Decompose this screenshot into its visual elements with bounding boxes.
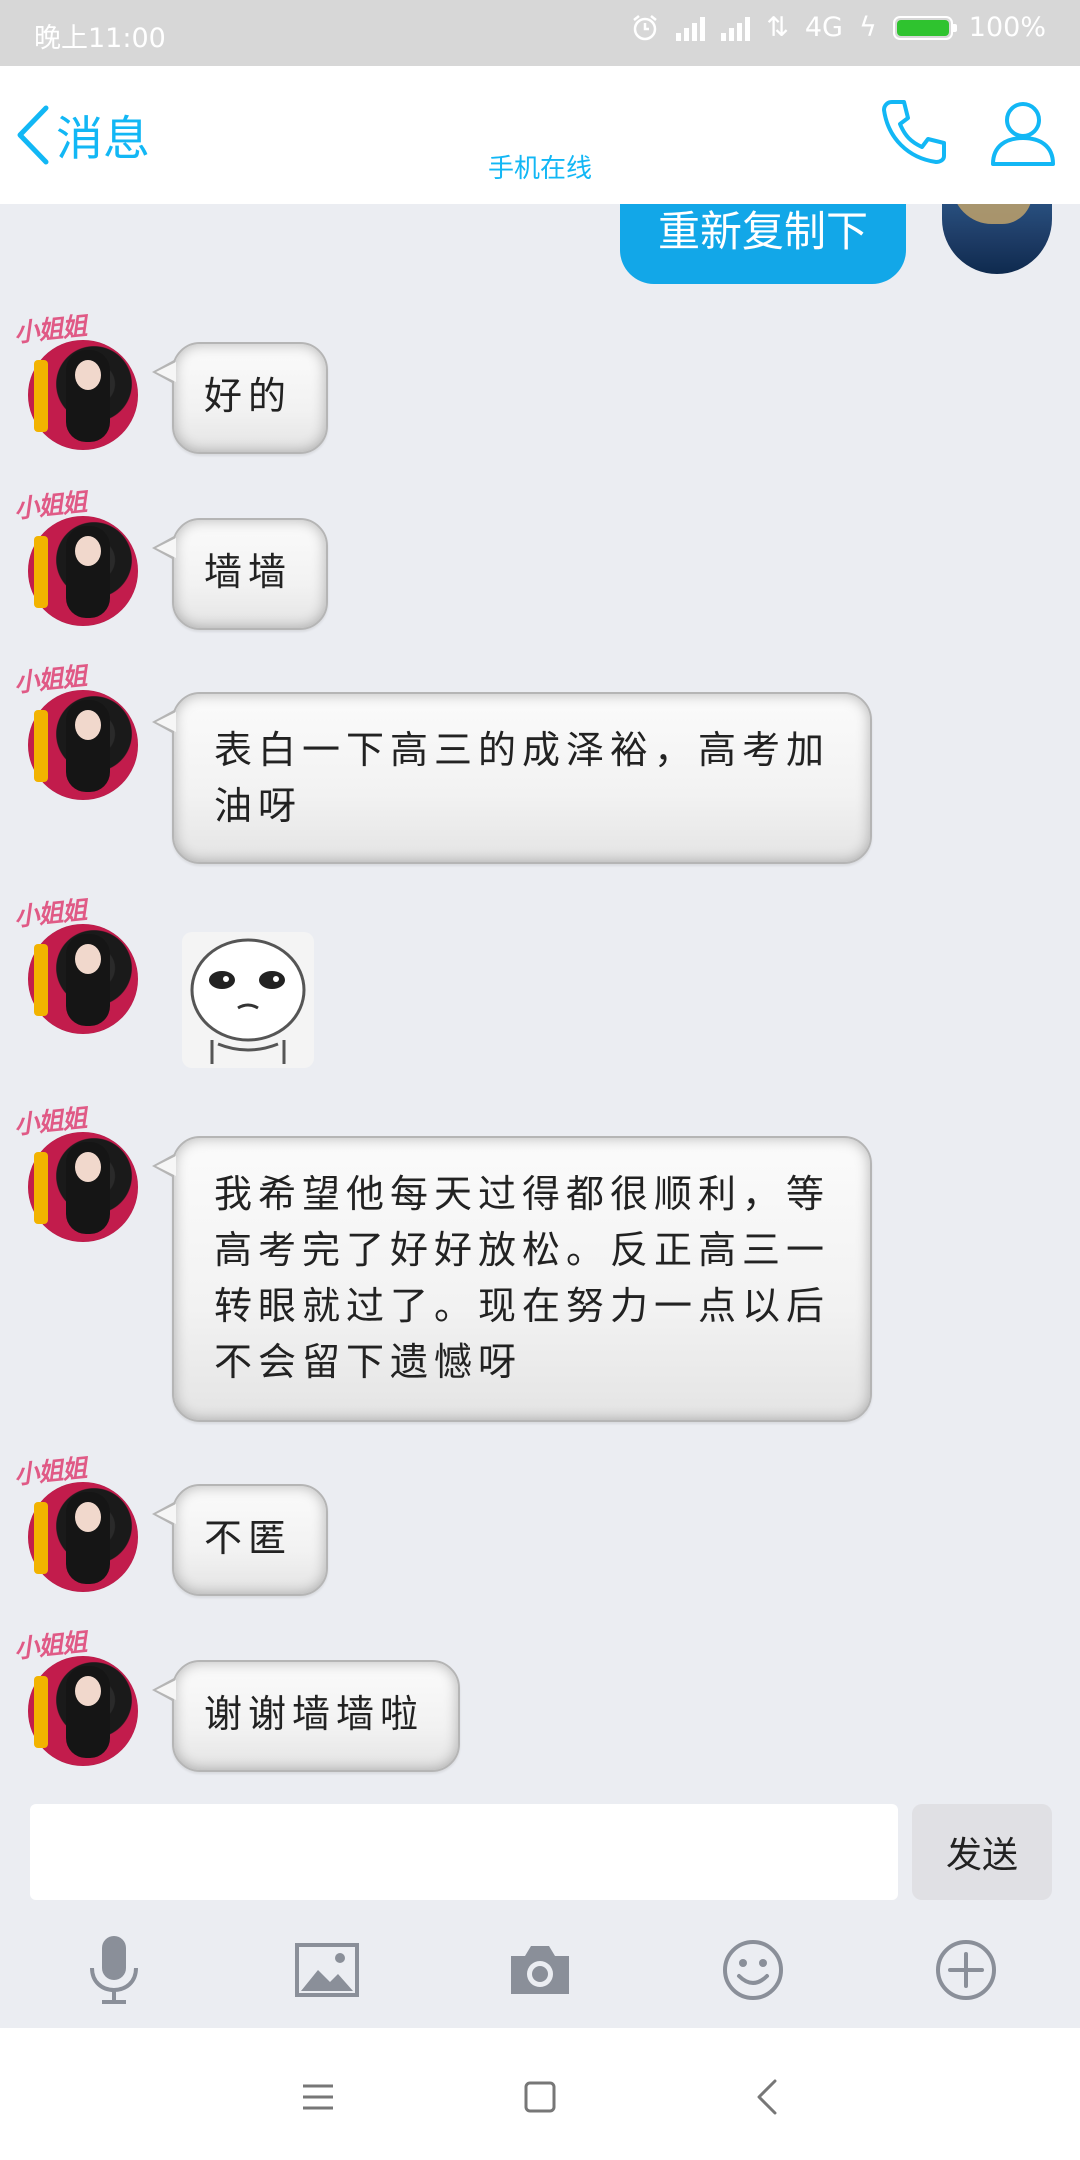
status-time: 晚上11:00 <box>34 23 166 54</box>
message-input[interactable] <box>30 1804 898 1900</box>
image-icon <box>295 1943 359 1997</box>
status-icons: ⇅ 4G ϟ 100% <box>630 12 1046 43</box>
status-bar: 晚上11:00 ⇅ 4G ϟ 100% <box>0 0 1080 66</box>
message-bubble[interactable]: 我希望他每天过得都很顺利，等高考完了好好放松。反正高三一转眼就过了。现在努力一点… <box>152 1136 872 1422</box>
contact-avatar[interactable] <box>28 924 138 1034</box>
my-avatar[interactable] <box>942 204 1052 274</box>
battery-percent: 100% <box>968 12 1046 43</box>
voice-button[interactable] <box>74 1930 154 2010</box>
message-bubble[interactable]: 谢谢墙墙啦 <box>152 1660 460 1772</box>
profile-button[interactable] <box>988 96 1058 172</box>
input-bar: 发送 <box>0 1798 1080 1918</box>
contact-avatar[interactable] <box>28 1656 138 1766</box>
sent-message-bubble[interactable]: 重新复制下 <box>620 204 906 284</box>
system-back-button[interactable] <box>737 2072 797 2122</box>
contact-avatar[interactable] <box>28 516 138 626</box>
emoji-button[interactable] <box>713 1930 793 2010</box>
input-toolbar <box>0 1918 1080 2028</box>
message-list[interactable]: 重新复制下 小姐姐 好的 小姐姐 墙墙 小姐姐 表白一下高三的成泽裕，高考加油呀… <box>0 204 1080 1798</box>
send-button[interactable]: 发送 <box>912 1804 1052 1900</box>
message-bubble[interactable]: 不匿 <box>152 1484 328 1596</box>
camera-icon <box>511 1946 569 1994</box>
battery-icon <box>892 15 957 40</box>
emoji-icon <box>723 1940 783 2000</box>
sticker-message[interactable] <box>182 932 314 1068</box>
back-icon <box>757 2079 777 2115</box>
profile-icon <box>991 102 1055 166</box>
charging-icon: ϟ <box>858 12 877 43</box>
phone-call-button[interactable] <box>878 96 950 172</box>
phone-icon <box>882 100 946 164</box>
message-bubble[interactable]: 表白一下高三的成泽裕，高考加油呀 <box>152 692 872 864</box>
message-bubble[interactable]: 好的 <box>152 342 328 454</box>
contact-avatar[interactable] <box>28 340 138 450</box>
contact-avatar[interactable] <box>28 690 138 800</box>
chat-header: 消息 手机在线 <box>0 66 1080 204</box>
system-nav-bar <box>0 2028 1080 2160</box>
plus-icon <box>936 1940 996 2000</box>
home-icon <box>524 2081 556 2113</box>
more-button[interactable] <box>926 1930 1006 2010</box>
contact-avatar[interactable] <box>28 1132 138 1242</box>
menu-icon <box>303 2084 333 2110</box>
menu-button[interactable] <box>288 2072 348 2122</box>
signal-icon-2 <box>721 15 751 41</box>
sticker-face-icon <box>190 938 306 1064</box>
home-button[interactable] <box>510 2072 570 2122</box>
network-type: 4G <box>804 12 843 43</box>
image-button[interactable] <box>287 1930 367 2010</box>
alarm-icon <box>633 14 658 40</box>
microphone-icon <box>90 1936 138 2004</box>
contact-avatar[interactable] <box>28 1482 138 1592</box>
data-arrows-icon: ⇅ <box>766 12 789 43</box>
camera-button[interactable] <box>500 1930 580 2010</box>
signal-icon <box>676 15 706 41</box>
message-bubble[interactable]: 墙墙 <box>152 518 328 630</box>
